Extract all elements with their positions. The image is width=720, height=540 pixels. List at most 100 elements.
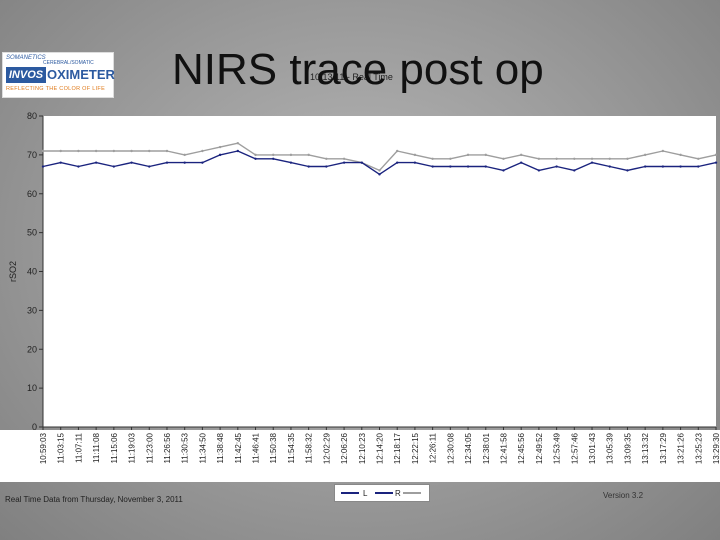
data-point-l xyxy=(573,169,576,172)
y-tick-label: 10 xyxy=(27,383,37,393)
data-point-r xyxy=(413,153,417,157)
y-tick-label: 70 xyxy=(27,150,37,160)
data-point-r xyxy=(183,153,186,157)
x-tick-label: 12:38:01 xyxy=(482,432,491,464)
y-axis-label: rSO2 xyxy=(8,261,18,282)
x-tick-label: 11:23:00 xyxy=(145,432,154,463)
data-point-r xyxy=(342,157,346,160)
data-point-r xyxy=(608,157,611,160)
chart-legend: L R xyxy=(334,484,430,502)
data-point-r xyxy=(378,169,381,172)
x-tick-label: 11:07:11 xyxy=(74,432,83,463)
data-point-r xyxy=(396,149,399,153)
slide-title: NIRS trace post op xyxy=(172,45,544,94)
y-tick-label: 30 xyxy=(27,305,37,315)
data-point-l xyxy=(378,173,381,176)
data-point-l xyxy=(643,165,647,168)
x-tick-label: 13:05:39 xyxy=(606,432,615,464)
data-point-l xyxy=(413,161,417,164)
data-point-l xyxy=(112,165,116,168)
data-point-r xyxy=(519,153,523,157)
data-point-r xyxy=(714,153,718,157)
data-point-r xyxy=(307,153,310,157)
data-point-r xyxy=(466,153,470,157)
x-tick-label: 11:42:45 xyxy=(234,432,243,463)
data-point-l xyxy=(466,165,470,168)
y-tick-label: 0 xyxy=(32,422,37,432)
x-tick-label: 11:58:32 xyxy=(305,432,314,463)
data-point-l xyxy=(519,161,523,164)
data-point-r xyxy=(537,157,541,160)
data-point-l xyxy=(555,165,558,168)
data-point-r xyxy=(573,157,576,160)
x-tick-label: 12:57:46 xyxy=(570,432,579,464)
x-tick-label: 11:54:35 xyxy=(287,432,296,463)
x-tick-label: 11:11:08 xyxy=(92,432,101,463)
data-point-r xyxy=(59,149,62,153)
x-tick-label: 13:17:29 xyxy=(659,432,668,464)
data-point-r xyxy=(236,142,240,145)
y-tick-label: 40 xyxy=(27,267,37,277)
data-point-l xyxy=(484,165,487,168)
data-point-r xyxy=(77,149,80,153)
data-point-r xyxy=(94,149,98,153)
data-point-r xyxy=(431,157,434,160)
data-point-l xyxy=(537,169,541,172)
x-tick-label: 12:22:15 xyxy=(411,432,420,464)
data-point-r xyxy=(272,153,275,157)
data-point-l xyxy=(325,165,328,168)
y-tick-label: 60 xyxy=(27,189,37,199)
data-point-l xyxy=(608,165,611,168)
x-tick-label: 11:34:50 xyxy=(198,432,207,463)
data-point-l xyxy=(148,165,151,168)
data-point-l xyxy=(254,157,257,160)
x-tick-label: 13:01:43 xyxy=(588,432,597,464)
data-point-l xyxy=(590,161,594,164)
x-tick-label: 13:13:32 xyxy=(641,432,650,464)
data-point-l xyxy=(272,157,275,160)
y-tick-label: 20 xyxy=(27,344,37,354)
data-point-l xyxy=(41,165,45,168)
x-tick-label: 11:03:15 xyxy=(57,432,66,463)
data-point-l xyxy=(77,165,80,168)
data-point-l xyxy=(165,161,169,164)
data-point-r xyxy=(41,149,45,153)
footer-date: Real Time Data from Thursday, November 3… xyxy=(5,495,183,504)
data-point-r xyxy=(626,157,629,160)
data-point-r xyxy=(112,149,116,153)
x-tick-label: 11:15:06 xyxy=(110,432,119,463)
x-tick-label: 11:46:41 xyxy=(252,432,261,463)
x-tick-label: 12:26:11 xyxy=(429,432,438,463)
data-point-l xyxy=(714,161,718,164)
data-point-r xyxy=(643,153,647,157)
data-point-r xyxy=(697,157,700,160)
x-tick-label: 13:29:30 xyxy=(712,432,720,464)
x-tick-label: 12:10:23 xyxy=(358,432,367,464)
data-point-l xyxy=(201,161,204,164)
x-tick-label: 11:38:48 xyxy=(216,432,225,463)
data-point-r xyxy=(130,149,133,153)
x-tick-label: 12:45:56 xyxy=(517,432,526,464)
y-tick-label: 50 xyxy=(27,228,37,238)
data-point-l xyxy=(342,161,346,164)
x-tick-label: 12:53:49 xyxy=(553,432,562,464)
data-point-l xyxy=(236,149,240,153)
x-tick-label: 10:59:03 xyxy=(39,432,48,464)
x-tick-label: 12:02:29 xyxy=(322,432,331,464)
x-tick-label: 12:18:17 xyxy=(393,432,402,464)
plot-area xyxy=(43,116,716,427)
x-tick-label: 12:30:08 xyxy=(446,432,455,464)
x-tick-label: 13:21:26 xyxy=(677,432,686,464)
data-point-r xyxy=(449,157,452,160)
data-point-r xyxy=(289,153,293,157)
data-point-r xyxy=(555,157,558,160)
x-tick-label: 12:06:26 xyxy=(340,432,349,464)
x-tick-label: 13:25:23 xyxy=(694,432,703,464)
x-tick-label: 11:50:38 xyxy=(269,432,278,463)
data-point-r xyxy=(218,145,222,149)
data-point-l xyxy=(431,165,434,168)
data-point-l xyxy=(218,153,222,157)
footer-version: Version 3.2 xyxy=(603,491,644,500)
data-point-l xyxy=(661,165,665,168)
x-tick-label: 13:09:35 xyxy=(623,432,632,464)
